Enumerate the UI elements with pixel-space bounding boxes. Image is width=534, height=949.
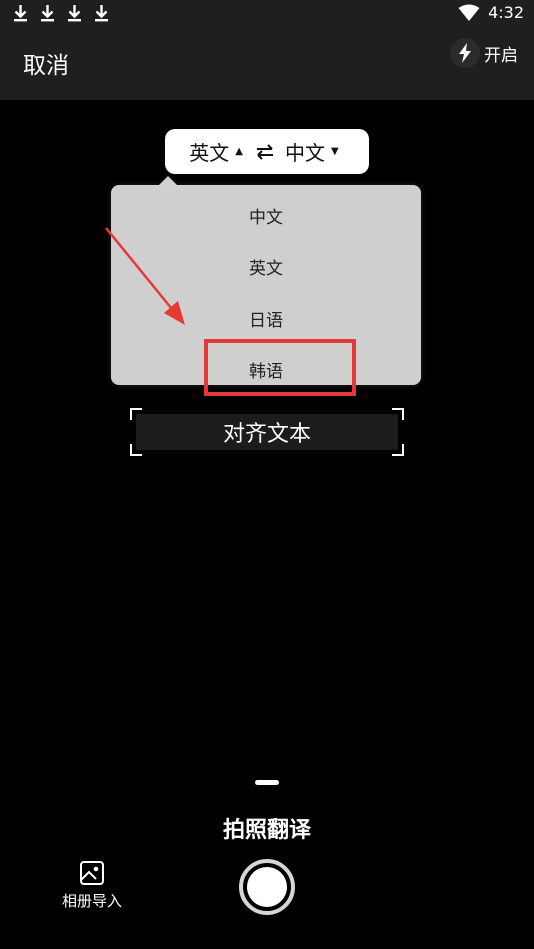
wifi-icon: [458, 4, 480, 21]
album-import-button[interactable]: 相册导入: [56, 860, 128, 911]
album-import-label: 相册导入: [61, 892, 122, 910]
download-icon: [41, 5, 54, 22]
download-icon: [95, 5, 108, 22]
download-icon: [14, 5, 27, 22]
drag-handle[interactable]: [255, 780, 279, 785]
source-language[interactable]: 英文: [189, 137, 229, 166]
align-text-frame: 对齐文本: [130, 408, 404, 456]
flash-label: 开启: [484, 45, 518, 66]
target-language[interactable]: 中文: [285, 137, 325, 166]
notification-icons: [12, 3, 110, 23]
shutter-button[interactable]: [239, 859, 295, 915]
status-right: 4:32: [458, 3, 524, 22]
cancel-button[interactable]: 取消: [23, 46, 69, 80]
download-icon: [68, 5, 81, 22]
language-selector: 英文 ▲ 中文 ▼: [165, 129, 369, 174]
dropdown-item-chinese[interactable]: 中文: [111, 195, 421, 235]
caret-down-icon: ▼: [331, 146, 339, 157]
align-text-hint: 对齐文本: [136, 414, 398, 450]
flash-toggle[interactable]: 开启: [450, 37, 522, 69]
status-bar: 4:32: [0, 0, 534, 28]
highlight-box: [204, 339, 356, 396]
caret-up-icon: ▲: [235, 146, 243, 157]
clock: 4:32: [488, 3, 524, 22]
flash-icon: [450, 38, 480, 68]
mode-label[interactable]: 拍照翻译: [0, 812, 534, 844]
dropdown-item-japanese[interactable]: 日语: [111, 298, 421, 338]
shutter-inner: [247, 867, 287, 907]
swap-icon[interactable]: [255, 143, 275, 160]
top-bar: 取消 开启: [0, 28, 534, 100]
dropdown-item-english[interactable]: 英文: [111, 246, 421, 286]
image-icon: [80, 861, 104, 885]
